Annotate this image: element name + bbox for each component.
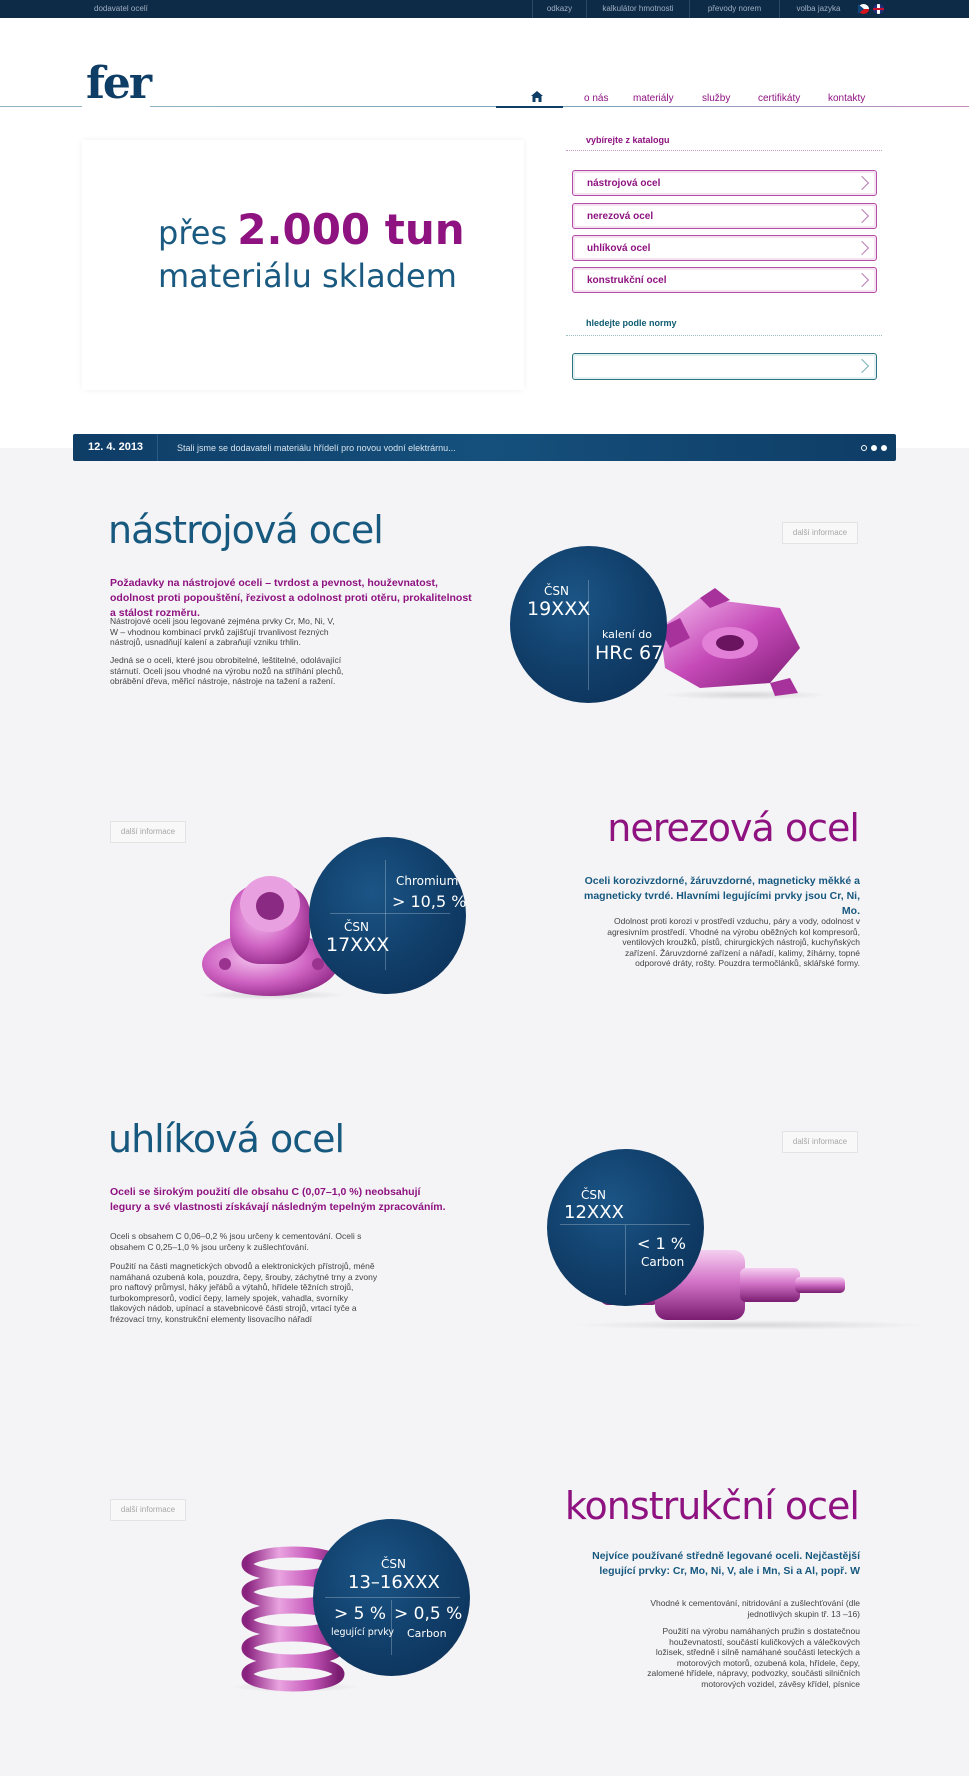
tagline: dodavatel ocelí bbox=[94, 4, 148, 13]
nav-active-indicator bbox=[496, 106, 563, 108]
spec-divider bbox=[560, 1224, 690, 1225]
section-lead: Oceli se širokým použití dle obsahu C (0… bbox=[110, 1186, 446, 1213]
spec-circle bbox=[309, 837, 466, 994]
section-lead: Oceli korozivzdorné, žáruvzdorné, magnet… bbox=[583, 875, 860, 917]
catalog-item-stainless-steel[interactable]: nerezová ocel bbox=[572, 203, 877, 229]
slider-dot[interactable] bbox=[861, 445, 867, 451]
home-icon[interactable] bbox=[531, 91, 543, 102]
section-body: Oceli s obsahem C 0,06–0,2 % jsou určeny… bbox=[110, 1231, 362, 1252]
spec-csn-value: 12XXX bbox=[564, 1202, 624, 1223]
section-title-stainless-steel: nerezová ocel bbox=[607, 806, 860, 850]
section-title-carbon-steel: uhlíková ocel bbox=[108, 1117, 345, 1161]
spec-stat-value: > 0,5 % bbox=[394, 1604, 463, 1624]
norm-search-heading: hledejte podle normy bbox=[586, 318, 677, 328]
english-flag-icon[interactable] bbox=[873, 4, 884, 14]
slider-dot[interactable] bbox=[881, 445, 887, 451]
spec-divider bbox=[588, 580, 589, 690]
spec-stat-value: > 5 % bbox=[334, 1604, 387, 1624]
norm-divider bbox=[566, 335, 882, 336]
spec-csn-label: ČSN bbox=[544, 584, 569, 598]
hero-prefix: přes bbox=[158, 214, 228, 252]
spec-stat-value: < 1 % bbox=[637, 1234, 686, 1253]
spec-stat-label: Carbon bbox=[407, 1627, 447, 1640]
nav-contacts[interactable]: kontakty bbox=[828, 93, 865, 104]
news-headline[interactable]: Stali jsme se dodavateli materiálu hříde… bbox=[177, 443, 456, 453]
spec-csn-label: ČSN bbox=[581, 1188, 606, 1202]
spec-stat-label: kalení do bbox=[602, 628, 652, 641]
chevron-right-icon bbox=[854, 175, 870, 191]
chevron-right-icon[interactable] bbox=[854, 358, 870, 374]
section-title-structural-steel: konstrukční ocel bbox=[564, 1484, 860, 1528]
section-body: Odolnost proti korozi v prostředí vzduch… bbox=[607, 916, 860, 968]
nav-services[interactable]: služby bbox=[702, 93, 730, 104]
news-date: 12. 4. 2013 bbox=[88, 441, 144, 453]
more-info-button[interactable]: další informace bbox=[110, 821, 186, 843]
catalog-item-tool-steel[interactable]: nástrojová ocel bbox=[572, 170, 877, 196]
catalog-item-label: nástrojová ocel bbox=[587, 178, 661, 189]
spec-csn-value: 19XXX bbox=[527, 598, 591, 620]
news-ticker: 12. 4. 2013 Stali jsme se dodavateli mat… bbox=[73, 434, 896, 461]
norm-search-input[interactable] bbox=[577, 357, 847, 376]
topbar-link-weight-calculator[interactable]: kalkulátor hmotnosti bbox=[586, 0, 689, 18]
catalog-divider bbox=[566, 150, 882, 151]
topbar-link-norm-conversion[interactable]: převody norem bbox=[689, 0, 779, 18]
spec-stat-label: Carbon bbox=[641, 1255, 685, 1269]
spec-stat-label: Chromium bbox=[396, 874, 459, 888]
more-info-button[interactable]: další informace bbox=[782, 1131, 858, 1153]
more-info-button[interactable]: další informace bbox=[782, 522, 858, 544]
logo[interactable]: fer bbox=[86, 62, 152, 106]
section-lead: Nejvíce používané středně legované oceli… bbox=[592, 1550, 860, 1577]
spec-csn-value: 13–16XXX bbox=[348, 1572, 440, 1593]
top-bar: dodavatel ocelí odkazy kalkulátor hmotno… bbox=[0, 0, 969, 18]
catalog-item-structural-steel[interactable]: konstrukční ocel bbox=[572, 267, 877, 293]
spec-csn-label: ČSN bbox=[381, 1557, 406, 1571]
more-info-button[interactable]: další informace bbox=[110, 1499, 186, 1521]
catalog-item-label: nerezová ocel bbox=[587, 211, 654, 222]
spec-stat-value: > 10,5 % bbox=[392, 892, 467, 911]
catalog-item-label: uhlíková ocel bbox=[587, 243, 651, 254]
topbar-link-links[interactable]: odkazy bbox=[532, 0, 586, 18]
spec-divider bbox=[325, 1597, 460, 1598]
nav-materials[interactable]: materiály bbox=[633, 93, 674, 104]
spec-stat-label: legující prvky bbox=[331, 1627, 395, 1638]
catalog-item-carbon-steel[interactable]: uhlíková ocel bbox=[572, 235, 877, 261]
hero-headline: přes 2.000 tun bbox=[158, 205, 465, 254]
chevron-right-icon bbox=[854, 208, 870, 224]
section-body: Jedná se o oceli, které jsou obrobitelné… bbox=[110, 655, 344, 686]
nav-about[interactable]: o nás bbox=[584, 93, 608, 104]
chevron-right-icon bbox=[854, 240, 870, 256]
norm-search-field[interactable] bbox=[572, 353, 877, 380]
header-divider bbox=[0, 106, 82, 107]
section-title-tool-steel: nástrojová ocel bbox=[108, 508, 384, 552]
section-body: Nástrojové oceli jsou legované zejména p… bbox=[110, 616, 335, 647]
spec-stat-value: HRc 67 bbox=[595, 642, 664, 664]
section-body: Použití na výrobu namáhaných pružin s do… bbox=[647, 1626, 860, 1689]
spec-divider bbox=[330, 913, 450, 914]
spec-csn-value: 17XXX bbox=[326, 934, 390, 956]
section-lead: Požadavky na nástrojové oceli – tvrdost … bbox=[110, 577, 472, 619]
czech-flag-icon[interactable] bbox=[858, 4, 869, 14]
nav-certificates[interactable]: certifikáty bbox=[758, 93, 800, 104]
section-body: Vhodné k cementování, nitridování a zušl… bbox=[650, 1598, 860, 1619]
chevron-right-icon bbox=[854, 272, 870, 288]
catalog-item-label: konstrukční ocel bbox=[587, 275, 667, 286]
section-body: Použití na části magnetických obvodů a e… bbox=[110, 1261, 378, 1324]
topbar-link-language[interactable]: volba jazyka bbox=[779, 0, 857, 18]
slider-dot[interactable] bbox=[871, 445, 877, 451]
hero-highlight: 2.000 tun bbox=[237, 205, 465, 254]
spec-csn-label: ČSN bbox=[344, 920, 369, 934]
catalog-heading: vybírejte z katalogu bbox=[586, 135, 670, 145]
spec-divider bbox=[625, 1225, 626, 1295]
hero-subline: materiálu skladem bbox=[158, 257, 457, 295]
cutter-image bbox=[660, 588, 800, 696]
